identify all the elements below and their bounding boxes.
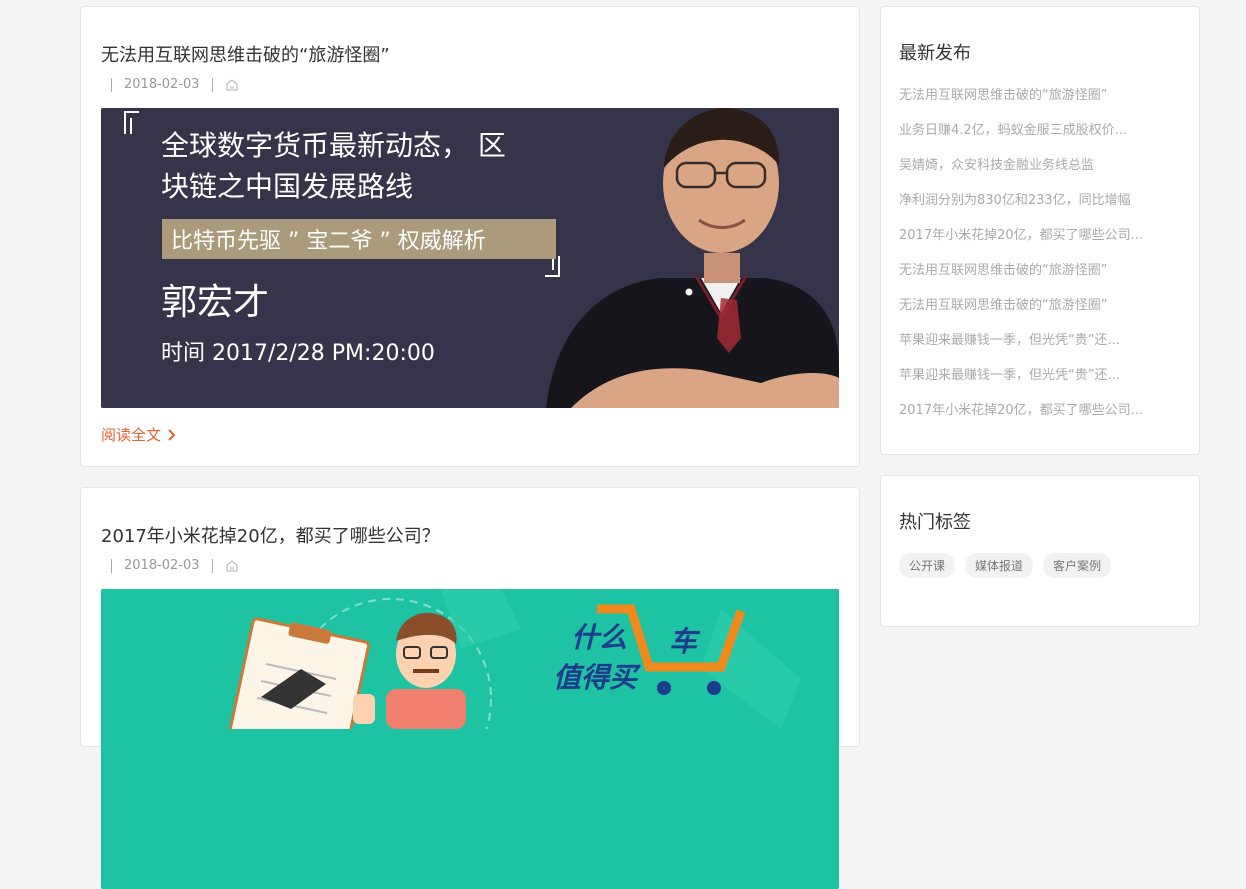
- hot-tags-widget: 热门标签 公开课 媒体报道 客户案例: [880, 475, 1200, 627]
- latest-post-link[interactable]: 无法用互联网思维击破的“旅游怪圈”: [899, 294, 1179, 329]
- post-banner-image[interactable]: 全球数字货币最新动态， 区 块链之中国发展路线 比特币先驱 ” 宝二爷 ” 权威…: [101, 108, 839, 408]
- tag-chip[interactable]: 媒体报道: [965, 553, 1034, 578]
- post-date: 2018-02-03: [124, 77, 200, 92]
- read-more-label: 阅读全文: [101, 426, 162, 444]
- banner-name: 郭宏才: [161, 282, 269, 323]
- latest-post-link[interactable]: 无法用互联网思维击破的“旅游怪圈”: [899, 84, 1179, 119]
- read-more-link[interactable]: 阅读全文: [101, 424, 177, 445]
- banner-time: 时间 2017/2/28 PM:20:00: [161, 341, 435, 366]
- post-title[interactable]: 无法用互联网思维击破的“旅游怪圈”: [101, 41, 390, 67]
- latest-posts-list: 无法用互联网思维击破的“旅游怪圈” 业务日赚4.2亿，蚂蚁金服三成股权价... …: [899, 84, 1179, 434]
- post-meta: 2018-02-03: [111, 77, 239, 92]
- chevron-right-icon: [168, 428, 176, 441]
- latest-post-link[interactable]: 苹果迎来最赚钱一季，但光凭“贵”还...: [899, 364, 1179, 399]
- latest-post-link[interactable]: 净利润分别为830亿和233亿，同比增幅: [899, 189, 1179, 224]
- tag-chip[interactable]: 客户案例: [1043, 553, 1112, 578]
- post-banner-image[interactable]: 什么 车 值得买: [101, 589, 839, 889]
- hot-tags-title: 热门标签: [899, 512, 971, 533]
- brand-logo-text-1: 什么: [571, 621, 627, 654]
- banner-highlight: 比特币先驱 ” 宝二爷 ” 权威解析: [171, 229, 486, 254]
- post-card: 2017年小米花掉20亿，都买了哪些公司？ 2018-02-03 什么 车 值得…: [80, 487, 860, 889]
- latest-posts-title: 最新发布: [899, 43, 971, 64]
- post-title[interactable]: 2017年小米花掉20亿，都买了哪些公司？: [101, 522, 440, 548]
- latest-post-link[interactable]: 吴婧婍，众安科技金融业务线总监: [899, 154, 1179, 189]
- divider: [111, 77, 112, 92]
- post-card: 无法用互联网思维击破的“旅游怪圈” 2018-02-03 全球数字货币最新动态，…: [80, 6, 860, 467]
- post-meta: 2018-02-03: [111, 558, 239, 573]
- latest-posts-widget: 最新发布 无法用互联网思维击破的“旅游怪圈” 业务日赚4.2亿，蚂蚁金服三成股权…: [880, 6, 1200, 455]
- latest-post-link[interactable]: 2017年小米花掉20亿，都买了哪些公司...: [899, 224, 1179, 259]
- banner-headline-2: 块链之中国发展路线: [161, 170, 413, 203]
- home-icon: [225, 559, 238, 572]
- divider: [211, 558, 213, 573]
- brand-logo-text-2: 车: [669, 625, 701, 658]
- home-icon: [225, 78, 238, 91]
- latest-post-link[interactable]: 业务日赚4.2亿，蚂蚁金服三成股权价...: [899, 119, 1179, 154]
- latest-post-link[interactable]: 无法用互联网思维击破的“旅游怪圈”: [899, 259, 1179, 294]
- latest-post-link[interactable]: 2017年小米花掉20亿，都买了哪些公司...: [899, 399, 1179, 434]
- brand-logo-text-3: 值得买: [553, 661, 642, 694]
- tag-list: 公开课 媒体报道 客户案例: [899, 553, 1112, 578]
- divider: [211, 77, 213, 92]
- post-date: 2018-02-03: [124, 558, 200, 573]
- banner-headline-1: 全球数字货币最新动态， 区: [161, 129, 506, 162]
- tag-chip[interactable]: 公开课: [899, 553, 956, 578]
- divider: [111, 558, 112, 573]
- latest-post-link[interactable]: 苹果迎来最赚钱一季，但光凭“贵”还...: [899, 329, 1179, 364]
